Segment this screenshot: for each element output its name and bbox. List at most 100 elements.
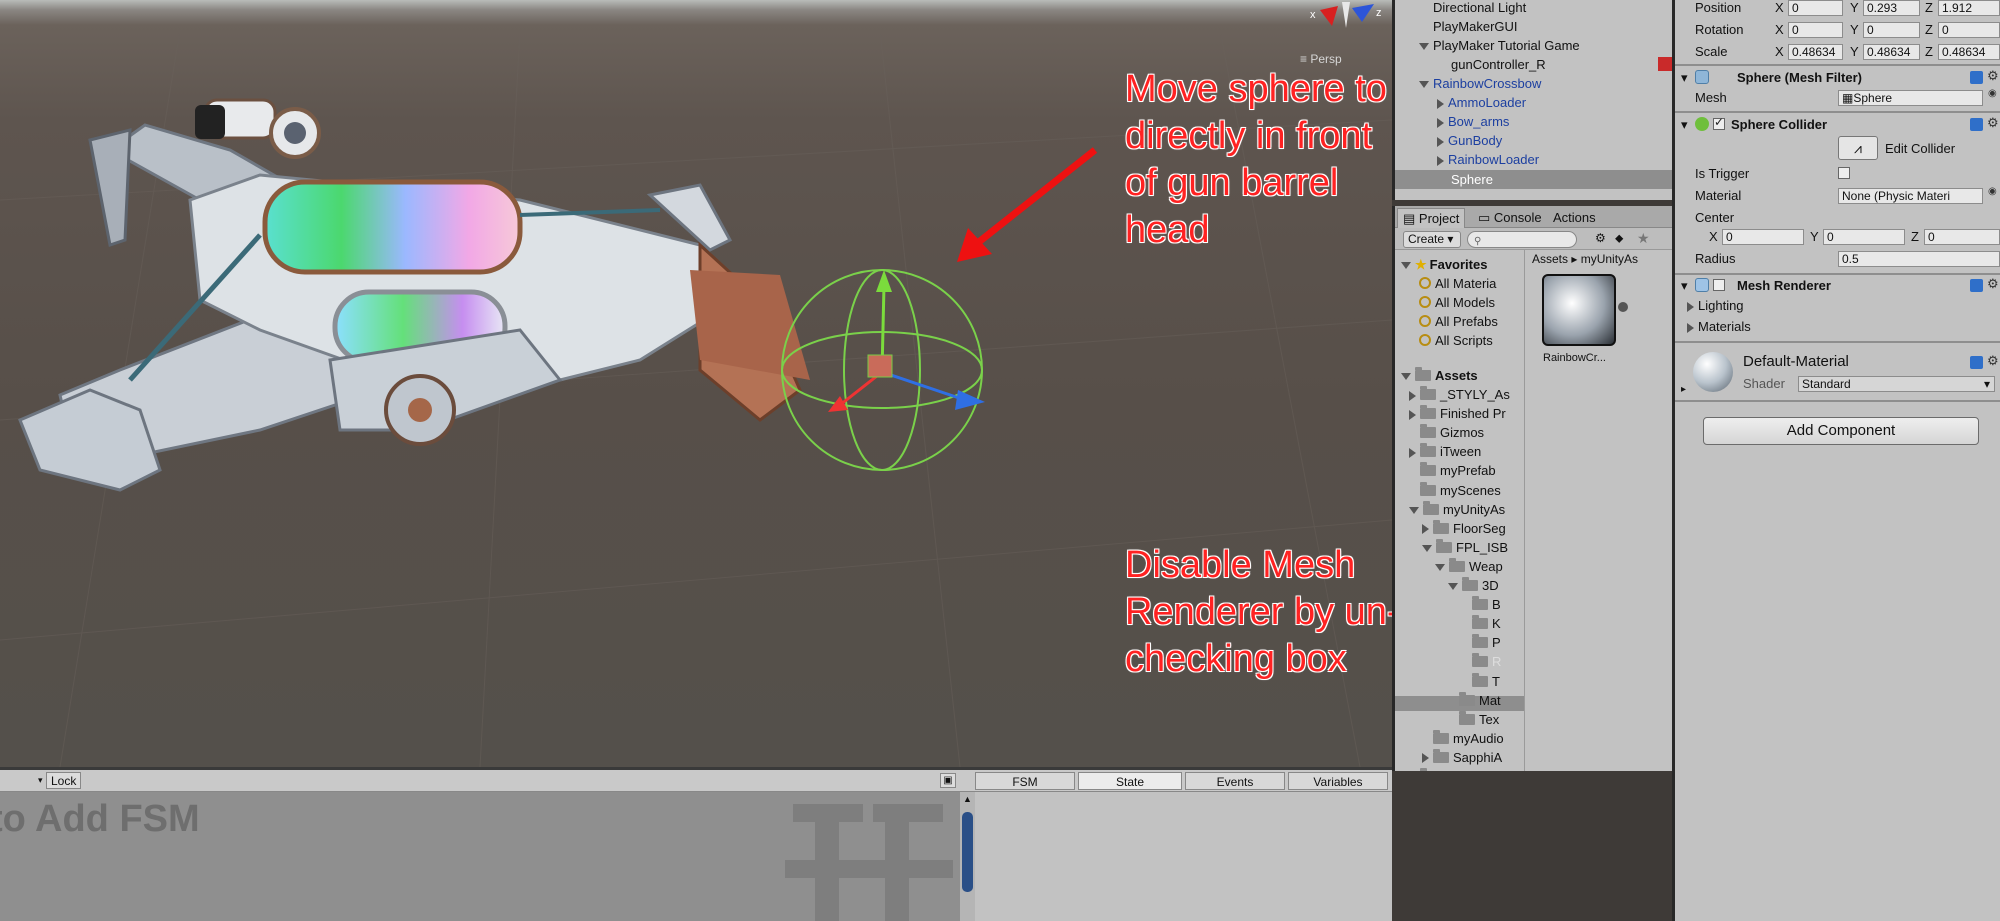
project-folder-item[interactable]: _STYLY_As — [1409, 385, 1510, 404]
is-trigger-checkbox[interactable] — [1838, 167, 1850, 179]
project-folder-item[interactable]: R — [1461, 652, 1501, 671]
rotation-y-field[interactable]: 0 — [1863, 22, 1920, 38]
project-folder-item[interactable]: Tex — [1448, 710, 1499, 729]
collapse-arrow-icon[interactable] — [1437, 98, 1444, 109]
project-folder-item[interactable]: myScenes — [1409, 481, 1501, 500]
collapse-arrow-icon[interactable] — [1687, 301, 1694, 312]
scrollbar-thumb[interactable] — [962, 812, 973, 892]
expand-arrow-icon[interactable] — [1422, 544, 1432, 552]
hierarchy-item-playmakergui[interactable]: PlayMakerGUI — [1433, 17, 1518, 36]
filter-type-icon[interactable]: ⚙ — [1595, 231, 1606, 245]
hierarchy-item-ammoloader[interactable]: AmmoLoader — [1437, 93, 1526, 112]
fsm-state-inspector[interactable] — [975, 792, 1392, 921]
collapse-arrow-icon[interactable] — [1687, 322, 1694, 333]
object-picker-icon[interactable]: ◉ — [1988, 88, 1997, 99]
collapse-arrow-icon[interactable] — [1422, 753, 1429, 764]
crossbow-model[interactable] — [18, 98, 810, 492]
project-folder-item[interactable]: P — [1461, 633, 1501, 652]
fsm-settings-icon[interactable]: ▣ — [940, 773, 956, 788]
project-folder-item[interactable]: myAudio — [1422, 729, 1504, 748]
help-book-icon[interactable] — [1970, 71, 1983, 84]
rotation-x-field[interactable]: 0 — [1788, 22, 1843, 38]
hierarchy-item-sphere[interactable]: Sphere — [1451, 170, 1493, 189]
center-y-field[interactable]: 0 — [1823, 229, 1905, 245]
material-preview-sphere[interactable] — [1693, 352, 1733, 392]
inspector-panel[interactable]: Position X 0 Y 0.293 Z 1.912 Rotation X … — [1672, 0, 2000, 921]
project-folder-item[interactable]: Finished Pr — [1409, 404, 1506, 423]
fsm-graph-canvas[interactable]: to Add FSM — [0, 792, 960, 921]
collapse-arrow-icon[interactable]: ▾ — [1681, 276, 1688, 295]
project-folder-item[interactable]: T — [1461, 672, 1500, 691]
project-folder-item[interactable]: K — [1461, 614, 1501, 633]
assets-root[interactable]: Assets — [1401, 366, 1478, 385]
tab-project[interactable]: ▤ Project — [1397, 208, 1466, 228]
lighting-foldout[interactable]: Lighting — [1687, 296, 1744, 315]
tab-state[interactable]: State — [1078, 772, 1182, 790]
create-button[interactable]: Create ▾ — [1403, 231, 1461, 248]
hierarchy-item-rainbowloader[interactable]: RainbowLoader — [1437, 150, 1539, 169]
collapse-arrow-icon[interactable]: ▾ — [1681, 68, 1688, 87]
shader-dropdown[interactable]: Standard ▾ — [1798, 376, 1995, 392]
expand-arrow-icon[interactable] — [1401, 262, 1411, 270]
favorites-header[interactable]: ★ Favorites — [1401, 255, 1487, 274]
center-x-field[interactable]: 0 — [1722, 229, 1804, 245]
x-axis-cone[interactable] — [1320, 6, 1338, 26]
tab-events[interactable]: Events — [1185, 772, 1285, 790]
expand-prefab-icon[interactable] — [1618, 302, 1628, 312]
object-picker-icon[interactable]: ◉ — [1988, 186, 1997, 197]
project-folder-item[interactable]: iTween — [1409, 442, 1481, 461]
help-book-icon[interactable] — [1970, 356, 1983, 369]
favorite-item[interactable]: All Scripts — [1419, 331, 1493, 350]
expand-material-icon[interactable]: ▸ — [1681, 380, 1686, 399]
position-y-field[interactable]: 0.293 — [1863, 0, 1920, 16]
mesh-renderer-enabled-checkbox[interactable] — [1713, 279, 1725, 291]
center-z-field[interactable]: 0 — [1924, 229, 2000, 245]
collapse-arrow-icon[interactable] — [1437, 155, 1444, 166]
expand-arrow-icon[interactable] — [1401, 373, 1411, 381]
dropdown-arrow-icon[interactable]: ▾ — [38, 775, 43, 786]
hierarchy-item-tutorial-game[interactable]: PlayMaker Tutorial Game — [1419, 36, 1580, 55]
scale-y-field[interactable]: 0.48634 — [1863, 44, 1920, 60]
physic-material-field[interactable]: None (Physic Materi — [1838, 188, 1983, 204]
project-folder-tree[interactable]: ★ Favorites All Materia All Models All Pr… — [1395, 250, 1525, 771]
project-folder-item[interactable]: FloorSeg — [1422, 519, 1506, 538]
tab-variables[interactable]: Variables — [1288, 772, 1388, 790]
playmaker-fsm-panel[interactable]: ▾ Lock ▣ FSM State Events Variables to A… — [0, 767, 1392, 921]
collapse-arrow-icon[interactable] — [1409, 447, 1416, 458]
project-folder-item[interactable]: myPrefab — [1409, 461, 1496, 480]
expand-arrow-icon[interactable] — [1419, 81, 1429, 89]
tab-fsm[interactable]: FSM — [975, 772, 1075, 790]
fsm-scrollbar[interactable]: ▲ — [960, 792, 975, 921]
component-gear-icon[interactable]: ⚙ — [1987, 115, 1999, 131]
scene-gizmo[interactable]: x z — [1290, 0, 1390, 36]
project-folder-item[interactable]: 3D — [1448, 576, 1499, 595]
project-folder-item[interactable]: B — [1461, 595, 1501, 614]
hierarchy-panel[interactable]: Directional Light PlayMakerGUI PlayMaker… — [1392, 0, 1675, 200]
project-assets-pane[interactable]: Assets ▸ myUnityAs RainbowCr... — [1526, 250, 1675, 771]
help-book-icon[interactable] — [1970, 118, 1983, 131]
project-folder-item[interactable]: SapphiA — [1422, 748, 1502, 767]
sphere-collider-enabled-checkbox[interactable] — [1713, 115, 1725, 130]
radius-field[interactable]: 0.5 — [1838, 251, 2000, 267]
asset-breadcrumb[interactable]: Assets ▸ myUnityAs — [1532, 252, 1638, 266]
favorite-star-icon[interactable]: ★ — [1637, 230, 1650, 247]
collapse-arrow-icon[interactable] — [1422, 524, 1429, 535]
edit-collider-button[interactable]: ⩘ — [1838, 136, 1878, 160]
collapse-arrow-icon[interactable]: ▾ — [1681, 115, 1688, 134]
rotation-z-field[interactable]: 0 — [1938, 22, 2000, 38]
component-gear-icon[interactable]: ⚙ — [1987, 276, 1999, 292]
expand-arrow-icon[interactable] — [1419, 43, 1429, 51]
collapse-arrow-icon[interactable] — [1409, 390, 1416, 401]
project-panel[interactable]: ▤ Project ▭ Console Actions Create ▾ ⚲ ⚙… — [1392, 206, 1675, 771]
component-gear-icon[interactable]: ⚙ — [1987, 353, 1999, 369]
materials-foldout[interactable]: Materials — [1687, 317, 1751, 336]
favorite-item[interactable]: All Prefabs — [1419, 312, 1498, 331]
project-folder-item[interactable]: PlayMaker — [1409, 767, 1501, 771]
collapse-arrow-icon[interactable] — [1437, 117, 1444, 128]
expand-arrow-icon[interactable] — [1409, 506, 1419, 514]
component-gear-icon[interactable]: ⚙ — [1987, 68, 1999, 84]
z-axis-cone[interactable] — [1352, 4, 1374, 22]
projection-label[interactable]: ≡ Persp — [1300, 52, 1342, 66]
hierarchy-item-rainbowcrossbow[interactable]: RainbowCrossbow — [1419, 74, 1541, 93]
project-folder-item[interactable]: FPL_ISB — [1422, 538, 1508, 557]
